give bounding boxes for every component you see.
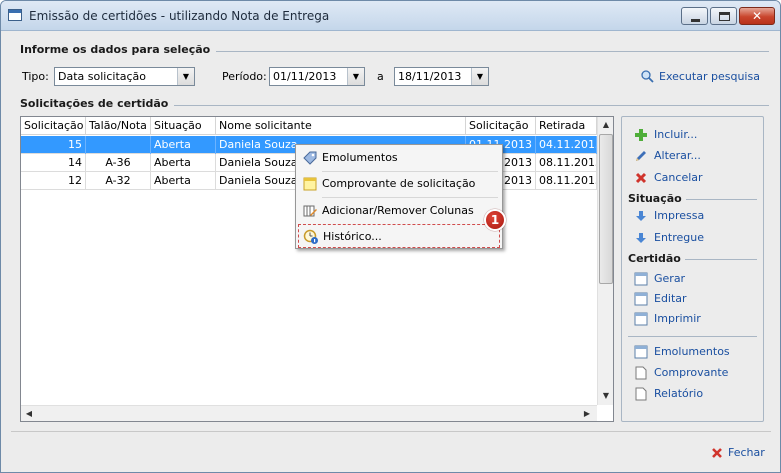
menu-item-emolumentos[interactable]: Emolumentos: [298, 146, 500, 170]
scroll-left-icon[interactable]: ◀: [21, 406, 37, 422]
filter-section-title: Informe os dados para seleção: [20, 43, 217, 56]
form-icon: [634, 292, 648, 306]
menu-item-label: Comprovante de solicitação: [322, 177, 476, 190]
minimize-icon: [691, 19, 700, 22]
receipt-label: Comprovante: [654, 366, 729, 379]
history-icon: [303, 229, 318, 244]
table-cell: 04.11.2013: [536, 136, 597, 154]
edit-certificate-label: Editar: [654, 292, 687, 305]
date-from-picker[interactable]: 01/11/2013 ▼: [269, 67, 365, 86]
column-header[interactable]: Solicitação: [21, 117, 86, 135]
plus-icon: [635, 129, 647, 141]
column-header[interactable]: Solicitação: [466, 117, 536, 135]
generate-label: Gerar: [654, 272, 686, 285]
minimize-button[interactable]: [681, 7, 708, 25]
table-cell: Aberta: [151, 154, 216, 172]
page-icon: [635, 366, 647, 380]
horizontal-scrollbar[interactable]: ◀ ▶: [21, 405, 597, 421]
periodo-label: Período:: [222, 70, 267, 83]
maximize-button[interactable]: [710, 7, 737, 25]
close-icon: ✕: [751, 9, 763, 23]
pencil-icon: [636, 151, 646, 161]
table-cell: 15: [21, 136, 86, 154]
tipo-label: Tipo:: [22, 70, 49, 83]
step-number-badge: 1: [484, 209, 506, 231]
arrow-down-icon: [636, 233, 646, 243]
date-range-separator: a: [377, 70, 384, 83]
search-icon: [641, 70, 654, 83]
print-label: Imprimir: [654, 312, 701, 325]
vertical-scroll-thumb[interactable]: [599, 134, 613, 284]
grid-section-title: Solicitações de certidão: [20, 97, 175, 110]
vertical-scrollbar[interactable]: ▲ ▼: [597, 117, 613, 405]
tipo-select[interactable]: Data solicitação ▼: [54, 67, 195, 86]
execute-search-label: Executar pesquisa: [659, 70, 760, 83]
table-cell: [86, 136, 151, 154]
include-label: Incluir...: [654, 128, 698, 141]
extras-rule: [628, 336, 757, 337]
scroll-down-icon[interactable]: ▼: [598, 388, 614, 404]
chevron-down-icon[interactable]: ▼: [471, 68, 488, 85]
context-menu: Emolumentos Comprovante de solicitação A…: [295, 144, 503, 249]
emolumentos-label: Emolumentos: [654, 345, 730, 358]
column-header[interactable]: Talão/Nota: [86, 117, 151, 135]
table-cell: 08.11.2013: [536, 172, 597, 190]
column-header[interactable]: Situação: [151, 117, 216, 135]
x-icon: [712, 448, 722, 458]
actions-panel: Incluir... Alterar... Cancelar Situação …: [621, 116, 764, 422]
table-cell: A-32: [86, 172, 151, 190]
tag-icon: [303, 151, 317, 165]
table-cell: 08.11.2013: [536, 154, 597, 172]
date-to-picker[interactable]: 18/11/2013 ▼: [394, 67, 489, 86]
main-window: Emissão de certidões - utilizando Nota d…: [0, 0, 781, 473]
columns-icon: [303, 205, 317, 217]
table-header: Solicitação Talão/Nota Situação Nome sol…: [21, 117, 597, 135]
menu-item-label: Histórico...: [323, 230, 382, 243]
window-app-icon: [8, 9, 22, 21]
x-icon: [635, 172, 647, 184]
cancel-label: Cancelar: [654, 171, 703, 184]
menu-item-comprovante[interactable]: Comprovante de solicitação: [298, 172, 500, 196]
footer-divider: [11, 431, 771, 432]
page-icon: [635, 387, 647, 401]
chevron-down-icon[interactable]: ▼: [177, 68, 194, 85]
date-to-value: 18/11/2013: [398, 70, 462, 83]
table-cell: Aberta: [151, 172, 216, 190]
menu-item-label: Emolumentos: [322, 151, 398, 164]
close-label: Fechar: [728, 446, 765, 459]
form-icon: [634, 272, 648, 286]
scroll-right-icon[interactable]: ▶: [579, 406, 595, 422]
status-printed-label: Impressa: [654, 209, 705, 222]
chevron-down-icon[interactable]: ▼: [347, 68, 364, 85]
maximize-icon: [719, 12, 730, 21]
window-title: Emissão de certidões - utilizando Nota d…: [29, 9, 330, 23]
title-bar[interactable]: Emissão de certidões - utilizando Nota d…: [1, 1, 780, 31]
date-from-value: 01/11/2013: [273, 70, 337, 83]
menu-item-history[interactable]: Histórico...: [298, 224, 500, 248]
tipo-select-value: Data solicitação: [58, 70, 147, 83]
form-icon: [634, 312, 648, 326]
menu-item-columns[interactable]: Adicionar/Remover Colunas: [298, 199, 500, 223]
column-header[interactable]: Nome solicitante: [216, 117, 466, 135]
report-label: Relatório: [654, 387, 704, 400]
table-cell: 14: [21, 154, 86, 172]
menu-item-label: Adicionar/Remover Colunas: [322, 204, 474, 217]
situacao-heading: Situação: [628, 192, 686, 205]
status-delivered-label: Entregue: [654, 231, 705, 244]
arrow-down-icon: [636, 211, 646, 221]
note-icon: [303, 177, 317, 191]
certidao-heading: Certidão: [628, 252, 685, 265]
table-cell: 12: [21, 172, 86, 190]
column-header[interactable]: Retirada: [536, 117, 597, 135]
edit-label: Alterar...: [654, 149, 701, 162]
close-window-button[interactable]: ✕: [739, 7, 775, 25]
menu-separator: [322, 197, 498, 198]
table-cell: Aberta: [151, 136, 216, 154]
table-cell: A-36: [86, 154, 151, 172]
form-icon: [634, 345, 648, 359]
scroll-up-icon[interactable]: ▲: [598, 117, 614, 133]
